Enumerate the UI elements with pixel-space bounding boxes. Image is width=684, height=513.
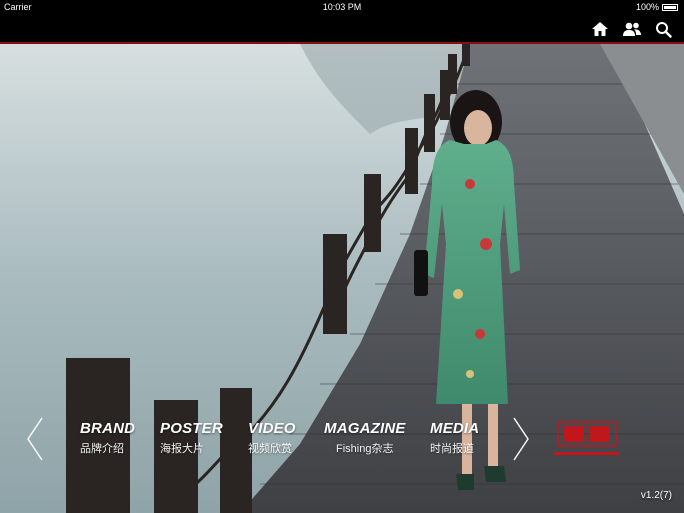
users-icon[interactable]: [622, 20, 642, 38]
menu-label-en: POSTER: [160, 420, 223, 437]
nav-icon-group: [590, 20, 674, 38]
menu-label-en: MEDIA: [430, 420, 480, 437]
menu-item-magazine[interactable]: MAGAZINE Fishing杂志: [324, 420, 406, 456]
chevron-left-icon[interactable]: [24, 416, 46, 462]
status-bar: Carrier 10:03 PM 100%: [0, 0, 684, 14]
menu-label-zh: 时尚报道: [430, 443, 474, 455]
menu-item-brand[interactable]: BRAND 品牌介绍: [80, 420, 135, 456]
menu-label-zh: 视频欣赏: [248, 443, 292, 455]
menu-item-media[interactable]: MEDIA 时尚报道: [430, 420, 479, 456]
clock-label: 10:03 PM: [322, 2, 362, 12]
battery-indicator: 100%: [636, 2, 678, 12]
menu-label-en: MAGAZINE: [324, 420, 406, 437]
search-icon[interactable]: [654, 20, 674, 38]
menu-label-zh: 海报大片: [160, 443, 204, 455]
app-screen: Carrier 10:03 PM 100% BRAND 品牌介绍 POSTER …: [0, 0, 684, 513]
menu-label-en: VIDEO: [248, 420, 296, 437]
menu-label-zh: 品牌介绍: [80, 443, 124, 455]
battery-percent: 100%: [635, 2, 659, 12]
version-label: v1.2(7): [640, 490, 672, 501]
chevron-right-icon[interactable]: [510, 416, 532, 462]
brand-logo: [554, 421, 620, 455]
menu-item-poster[interactable]: POSTER 海报大片: [160, 420, 223, 456]
menu-item-video[interactable]: VIDEO 视频欣赏: [248, 420, 296, 456]
home-icon[interactable]: [590, 20, 610, 38]
battery-icon: [662, 3, 678, 11]
top-nav-bar: [0, 14, 684, 44]
menu-label-zh: Fishing杂志: [336, 443, 394, 455]
menu-label-en: BRAND: [80, 420, 136, 437]
